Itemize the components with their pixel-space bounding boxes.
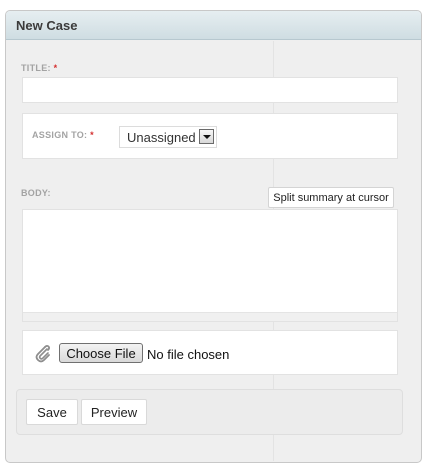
body-label: BODY: xyxy=(21,188,51,198)
panel-header: New Case xyxy=(6,11,421,40)
assign-to-row: ASSIGN TO: * Unassigned xyxy=(22,113,398,159)
save-button[interactable]: Save xyxy=(26,399,78,425)
assign-to-select[interactable]: Unassigned xyxy=(119,126,217,148)
choose-file-button[interactable]: Choose File xyxy=(59,343,143,363)
title-label-text: TITLE: xyxy=(21,63,51,73)
assign-to-label-text: ASSIGN TO: xyxy=(32,130,88,140)
new-case-panel: New Case TITLE: * ASSIGN TO: * Unassigne… xyxy=(5,10,422,463)
title-required-mark: * xyxy=(53,63,58,73)
action-bar: Save Preview xyxy=(16,389,403,435)
title-label: TITLE: * xyxy=(21,63,57,73)
attachment-row: Choose File No file chosen xyxy=(22,330,398,375)
body-textarea[interactable] xyxy=(22,209,398,322)
textarea-resize-bar[interactable] xyxy=(23,312,397,321)
paperclip-icon xyxy=(33,342,51,364)
file-status-text: No file chosen xyxy=(147,347,230,362)
split-summary-button[interactable]: Split summary at cursor xyxy=(268,187,394,208)
title-input[interactable] xyxy=(22,77,398,103)
dropdown-arrow-icon[interactable] xyxy=(199,129,214,144)
assign-to-selected-value: Unassigned xyxy=(127,130,196,145)
assign-to-required-mark: * xyxy=(90,130,94,140)
panel-title: New Case xyxy=(16,18,78,33)
preview-button[interactable]: Preview xyxy=(81,399,147,425)
assign-to-label: ASSIGN TO: * xyxy=(32,130,94,140)
